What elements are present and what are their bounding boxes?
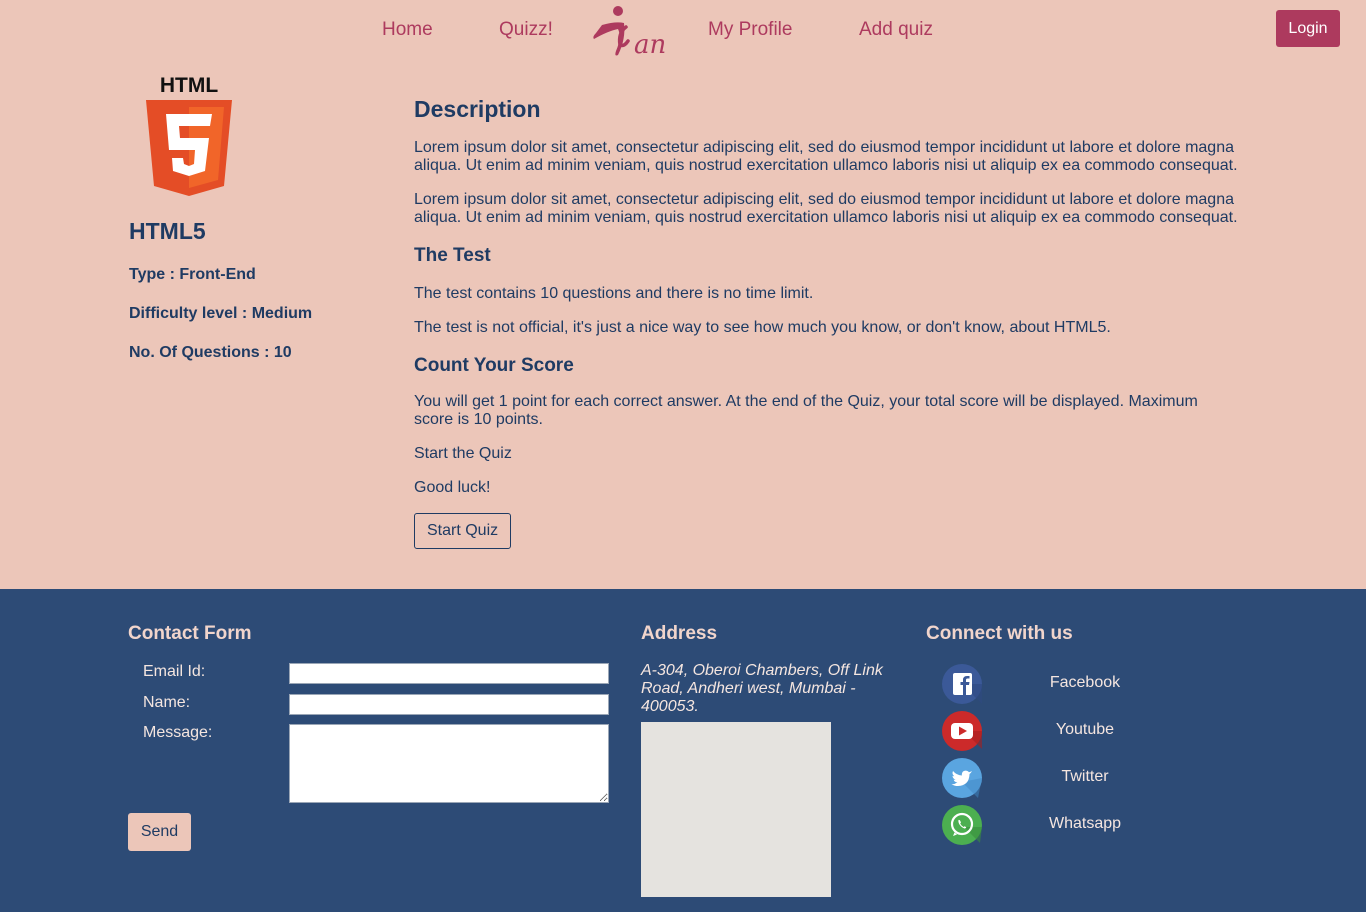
quiz-question-count: No. Of Questions : 10 — [129, 344, 292, 361]
score-heading: Count Your Score — [414, 355, 574, 376]
address-text: A-304, Oberoi Chambers, Off Link Road, A… — [641, 662, 883, 715]
login-button[interactable]: Login — [1276, 10, 1340, 47]
logo-text: an — [634, 30, 666, 59]
html5-logo-icon: HTML — [146, 74, 232, 196]
quiz-difficulty: Difficulty level : Medium — [129, 305, 313, 322]
map-embed[interactable] — [641, 722, 831, 897]
nav-add-quiz-link[interactable]: Add quiz — [859, 19, 933, 41]
whatsapp-link[interactable]: Whatsapp — [1005, 815, 1165, 833]
name-field[interactable] — [289, 694, 609, 715]
contact-form-heading: Contact Form — [128, 623, 252, 644]
nav-quizz-link[interactable]: Quizz! — [499, 19, 553, 41]
start-quiz-button[interactable]: Start Quiz — [414, 513, 512, 549]
youtube-link[interactable]: Youtube — [1005, 721, 1165, 739]
test-line-1: The test contains 10 questions and there… — [414, 285, 814, 302]
test-heading: The Test — [414, 245, 491, 266]
description-heading: Description — [414, 96, 541, 122]
top-navbar: Home Quizz! an My Profile Add quiz Login — [0, 0, 1366, 62]
quiz-type: Type : Front-End — [129, 266, 256, 283]
twitter-icon[interactable] — [942, 758, 982, 798]
message-label: Message: — [143, 724, 213, 741]
footer: Contact Form Email Id: Name: Message: Se… — [0, 589, 1366, 912]
youtube-icon[interactable] — [942, 711, 982, 751]
twitter-link[interactable]: Twitter — [1005, 768, 1165, 786]
description-paragraph-1: Lorem ipsum dolor sit amet, consectetur … — [414, 139, 1238, 174]
send-button[interactable]: Send — [128, 813, 191, 851]
quiz-title: HTML5 — [129, 218, 206, 244]
email-field[interactable] — [289, 663, 609, 684]
address-heading: Address — [641, 623, 718, 644]
connect-heading: Connect with us — [926, 623, 1073, 644]
facebook-icon[interactable] — [942, 664, 982, 704]
name-label: Name: — [143, 694, 191, 711]
score-line-2: Start the Quiz — [414, 445, 512, 462]
score-line-1: You will get 1 point for each correct an… — [414, 393, 1198, 428]
score-line-3: Good luck! — [414, 479, 491, 496]
message-textarea[interactable] — [289, 724, 609, 803]
test-line-2: The test is not official, it's just a ni… — [414, 319, 1111, 336]
nav-my-profile-link[interactable]: My Profile — [708, 19, 792, 41]
nav-home-link[interactable]: Home — [382, 19, 433, 41]
html5-logo-text: HTML — [160, 74, 218, 97]
whatsapp-icon[interactable] — [942, 805, 982, 845]
description-paragraph-2: Lorem ipsum dolor sit amet, consectetur … — [414, 191, 1238, 226]
facebook-link[interactable]: Facebook — [1005, 674, 1165, 692]
email-label: Email Id: — [143, 663, 206, 680]
site-logo[interactable]: an — [590, 3, 672, 59]
description-section: Description Lorem ipsum dolor sit amet, … — [414, 96, 1244, 549]
